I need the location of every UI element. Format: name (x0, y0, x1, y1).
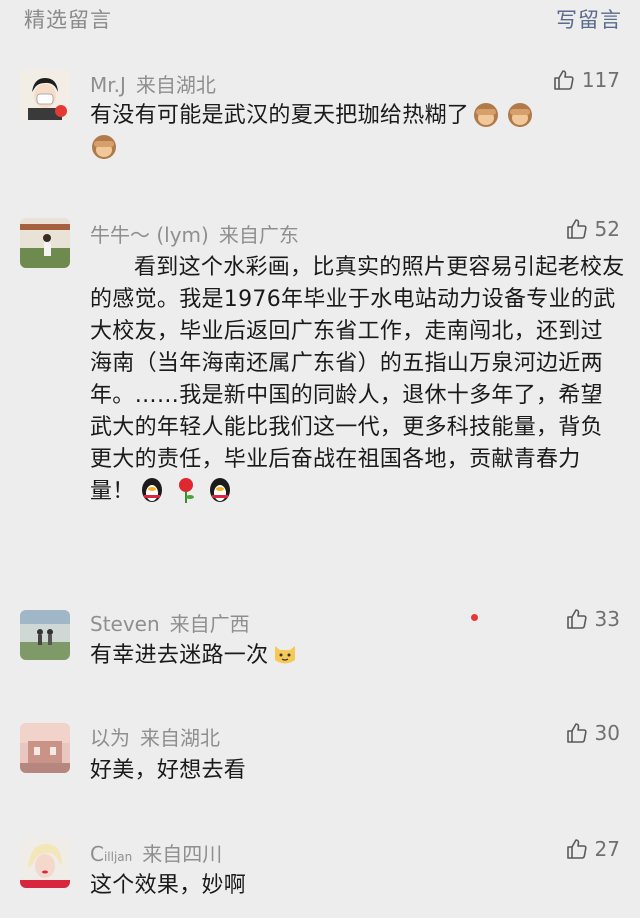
commenter-name-text[interactable]: Cilljan (90, 842, 132, 866)
thumbs-up-icon (566, 609, 587, 629)
avatar[interactable] (20, 70, 70, 120)
comment-text-content: 看到这个水彩画，比真实的照片更容易引起老校友的感觉。我是1976年毕业于水电站动… (90, 255, 625, 504)
commenter-name[interactable]: Cilljan 来自四川 (90, 838, 222, 867)
like-button[interactable]: 117 (552, 68, 620, 92)
commenter-name-text[interactable]: 牛牛～ (lym) (90, 223, 209, 247)
comment-text: 有没有可能是武汉的夏天把珈给热糊了 (90, 100, 620, 164)
commenter-location: 来自广西 (169, 612, 250, 636)
thumbs-up-icon (566, 219, 587, 239)
commenter-name-main[interactable]: C (90, 842, 104, 866)
thumbs-up-icon (566, 839, 587, 859)
write-comment-button[interactable]: 写留言 (556, 4, 622, 34)
commenter-name-text[interactable]: Steven (90, 612, 160, 636)
qq-penguin-emoji (209, 478, 230, 502)
commenter-name[interactable]: Steven 来自广西 (90, 608, 250, 637)
commenter-location: 来自湖北 (140, 726, 220, 750)
comment-text-content: 有没有可能是武汉的夏天把珈给热糊了 (90, 103, 470, 128)
avatar[interactable] (20, 838, 70, 888)
like-count: 27 (594, 837, 620, 861)
commenter-name-sub[interactable]: illjan (104, 850, 132, 864)
comment-text: 有幸进去迷路一次 (90, 640, 620, 672)
see-no-evil-monkey-emoji (508, 103, 533, 127)
like-count: 33 (594, 607, 620, 631)
avatar[interactable] (20, 218, 70, 268)
see-no-evil-monkey-emoji (92, 135, 116, 159)
like-button[interactable]: 52 (565, 217, 620, 241)
commenter-location: 来自四川 (142, 842, 223, 866)
commenter-location: 来自广东 (218, 223, 299, 247)
commenter-name[interactable]: Mr.J 来自湖北 (90, 69, 216, 98)
comments-header: 精选留言 写留言 (0, 0, 640, 40)
featured-comments-title: 精选留言 (24, 8, 112, 32)
like-button[interactable]: 27 (565, 837, 620, 861)
comment-text: 看到这个水彩画，比真实的照片更容易引起老校友的感觉。我是1976年毕业于水电站动… (90, 252, 625, 508)
like-count: 30 (594, 721, 620, 745)
cat-face-emoji (275, 646, 296, 664)
like-button[interactable]: 33 (565, 607, 620, 631)
commenter-name[interactable]: 牛牛～ (lym) 来自广东 (90, 219, 299, 248)
comment-text-content: 这个效果，妙啊 (90, 873, 247, 898)
avatar[interactable] (20, 610, 70, 660)
like-count: 117 (581, 68, 620, 92)
like-count: 52 (594, 217, 620, 241)
commenter-location: 来自湖北 (135, 73, 216, 97)
like-button[interactable]: 30 (565, 721, 620, 745)
avatar[interactable] (20, 723, 70, 773)
commenter-name[interactable]: 以为 来自湖北 (90, 722, 220, 751)
see-no-evil-monkey-emoji (474, 103, 499, 127)
comment-text: 这个效果，妙啊 (90, 870, 620, 902)
thumbs-up-icon (566, 723, 587, 743)
comment-text-content: 有幸进去迷路一次 (90, 643, 269, 668)
comment-text-content: 好美，好想去看 (90, 758, 247, 783)
thumbs-up-icon (554, 70, 574, 90)
comment-text: 好美，好想去看 (90, 755, 620, 787)
rose-emoji (178, 478, 194, 503)
commenter-name-text[interactable]: Mr.J (90, 73, 126, 97)
red-dot (471, 614, 478, 621)
qq-penguin-emoji (141, 478, 162, 502)
commenter-name-text[interactable]: 以为 (90, 726, 130, 750)
